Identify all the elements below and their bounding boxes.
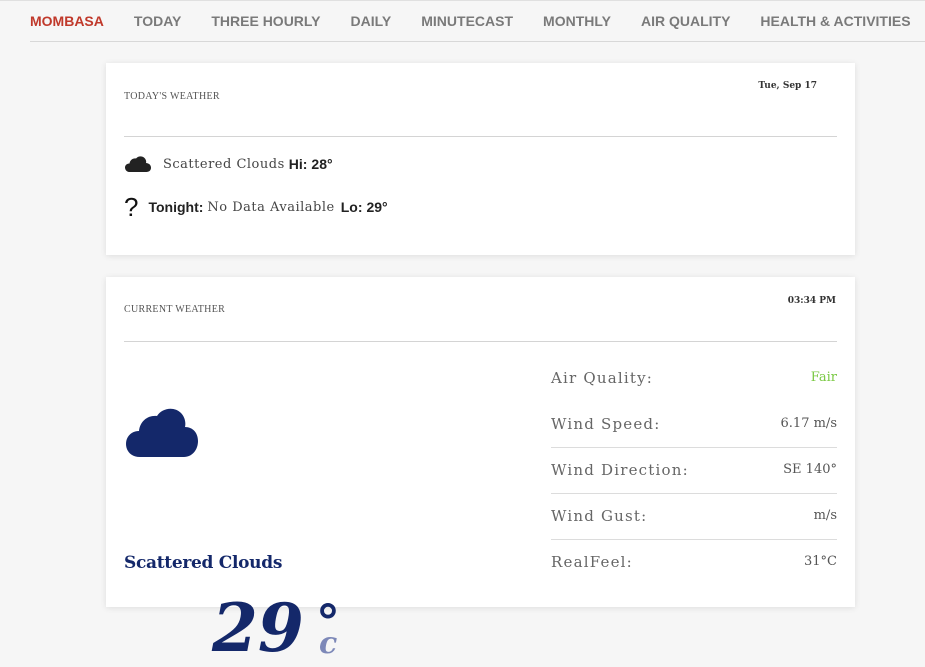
wind-gust-value: m/s	[813, 508, 837, 523]
nav-item-air-quality[interactable]: AIR QUALITY	[641, 13, 730, 29]
wind-direction-value: SE 140°	[783, 462, 837, 477]
metric-divider	[551, 447, 837, 448]
night-forecast-row: ? Tonight: No Data Available Lo: 29°	[124, 194, 388, 220]
nav-item-daily[interactable]: DAILY	[351, 13, 392, 29]
day-condition: Scattered Clouds	[163, 156, 285, 172]
todays-weather-card: TODAY'S WEATHER Tue, Sep 17 Scattered Cl…	[106, 63, 855, 255]
air-quality-label: Air Quality:	[551, 369, 654, 387]
day-forecast-row: Scattered Clouds Hi: 28°	[124, 154, 333, 174]
divider	[124, 341, 837, 342]
current-weather-card: CURRENT WEATHER 03:34 PM 29 ° c Scattere…	[106, 277, 855, 661]
divider	[124, 136, 837, 137]
todays-weather-title: TODAY'S WEATHER	[124, 91, 220, 102]
nav-item-location[interactable]: MOMBASA	[30, 13, 104, 29]
lo-label: Lo:	[340, 199, 363, 215]
nav-item-health-activities[interactable]: HEALTH & ACTIVITIES	[760, 13, 910, 29]
tonight-label: Tonight:	[148, 199, 204, 215]
air-quality-value: Fair	[810, 370, 837, 385]
cloud-icon	[124, 403, 200, 459]
nav-item-monthly[interactable]: MONTHLY	[543, 13, 611, 29]
realfeel-label: RealFeel:	[551, 553, 633, 571]
wind-direction-label: Wind Direction:	[551, 461, 689, 479]
nav-item-minutecast[interactable]: MINUTECAST	[421, 13, 513, 29]
realfeel-value: 31°C	[804, 554, 837, 569]
wind-gust-label: Wind Gust:	[551, 507, 648, 525]
question-mark-icon: ?	[124, 192, 139, 222]
hi-value: 28°	[311, 156, 333, 172]
nav-item-today[interactable]: TODAY	[134, 13, 181, 29]
nav-item-three-hourly[interactable]: THREE HOURLY	[211, 13, 320, 29]
current-weather-title: CURRENT WEATHER	[124, 304, 226, 315]
current-time: 03:34 PM	[787, 296, 836, 306]
wind-speed-value: 6.17 m/s	[780, 416, 837, 431]
hi-label: Hi:	[288, 156, 308, 172]
temperature-unit: c	[319, 626, 338, 661]
lo-value: 29°	[366, 199, 388, 215]
current-condition: Scattered Clouds	[124, 553, 283, 573]
night-condition: No Data Available	[207, 199, 335, 215]
metric-divider	[551, 493, 837, 494]
forecast-date: Tue, Sep 17	[758, 81, 817, 91]
location-nav: MOMBASA TODAY THREE HOURLY DAILY MINUTEC…	[30, 1, 925, 42]
current-temperature: 29	[212, 589, 304, 667]
wind-speed-label: Wind Speed:	[551, 415, 661, 433]
cloud-icon	[124, 154, 152, 174]
metric-divider	[551, 539, 837, 540]
